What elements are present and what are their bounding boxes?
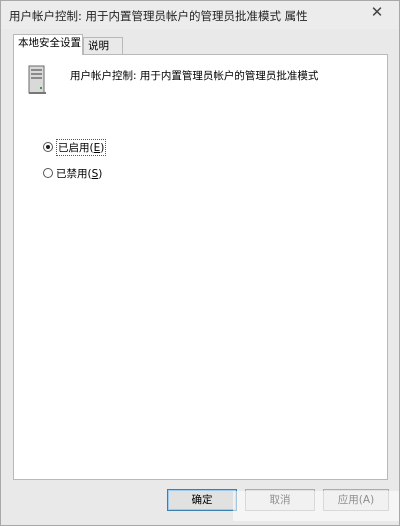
window-title: 用户帐户控制: 用于内置管理员帐户的管理员批准模式 属性	[9, 9, 308, 23]
apply-button[interactable]: 应用(A)	[323, 489, 389, 511]
option-enabled-label: 已启用(E)	[56, 138, 107, 156]
ok-button[interactable]: 确定	[167, 489, 237, 511]
policy-title: 用户帐户控制: 用于内置管理员帐户的管理员批准模式	[70, 70, 319, 82]
option-disabled[interactable]: 已禁用(S)	[43, 165, 102, 181]
radio-disabled[interactable]	[43, 168, 53, 178]
close-button[interactable]: ✕	[363, 1, 391, 23]
radio-enabled[interactable]	[43, 142, 53, 152]
server-icon	[28, 65, 46, 94]
properties-dialog: 用户帐户控制: 用于内置管理员帐户的管理员批准模式 属性 ✕ 本地安全设置 说明…	[0, 0, 400, 526]
option-disabled-label: 已禁用(S)	[56, 167, 103, 180]
tab-explain[interactable]: 说明	[83, 37, 123, 54]
option-enabled[interactable]: 已启用(E)	[43, 138, 107, 156]
tab-local-security-setting[interactable]: 本地安全设置	[13, 34, 83, 55]
tab-panel: 用户帐户控制: 用于内置管理员帐户的管理员批准模式 已启用(E) 已禁用(S)	[13, 54, 388, 480]
cancel-button[interactable]: 取消	[245, 489, 315, 511]
title-bar: 用户帐户控制: 用于内置管理员帐户的管理员批准模式 属性 ✕	[1, 1, 399, 29]
